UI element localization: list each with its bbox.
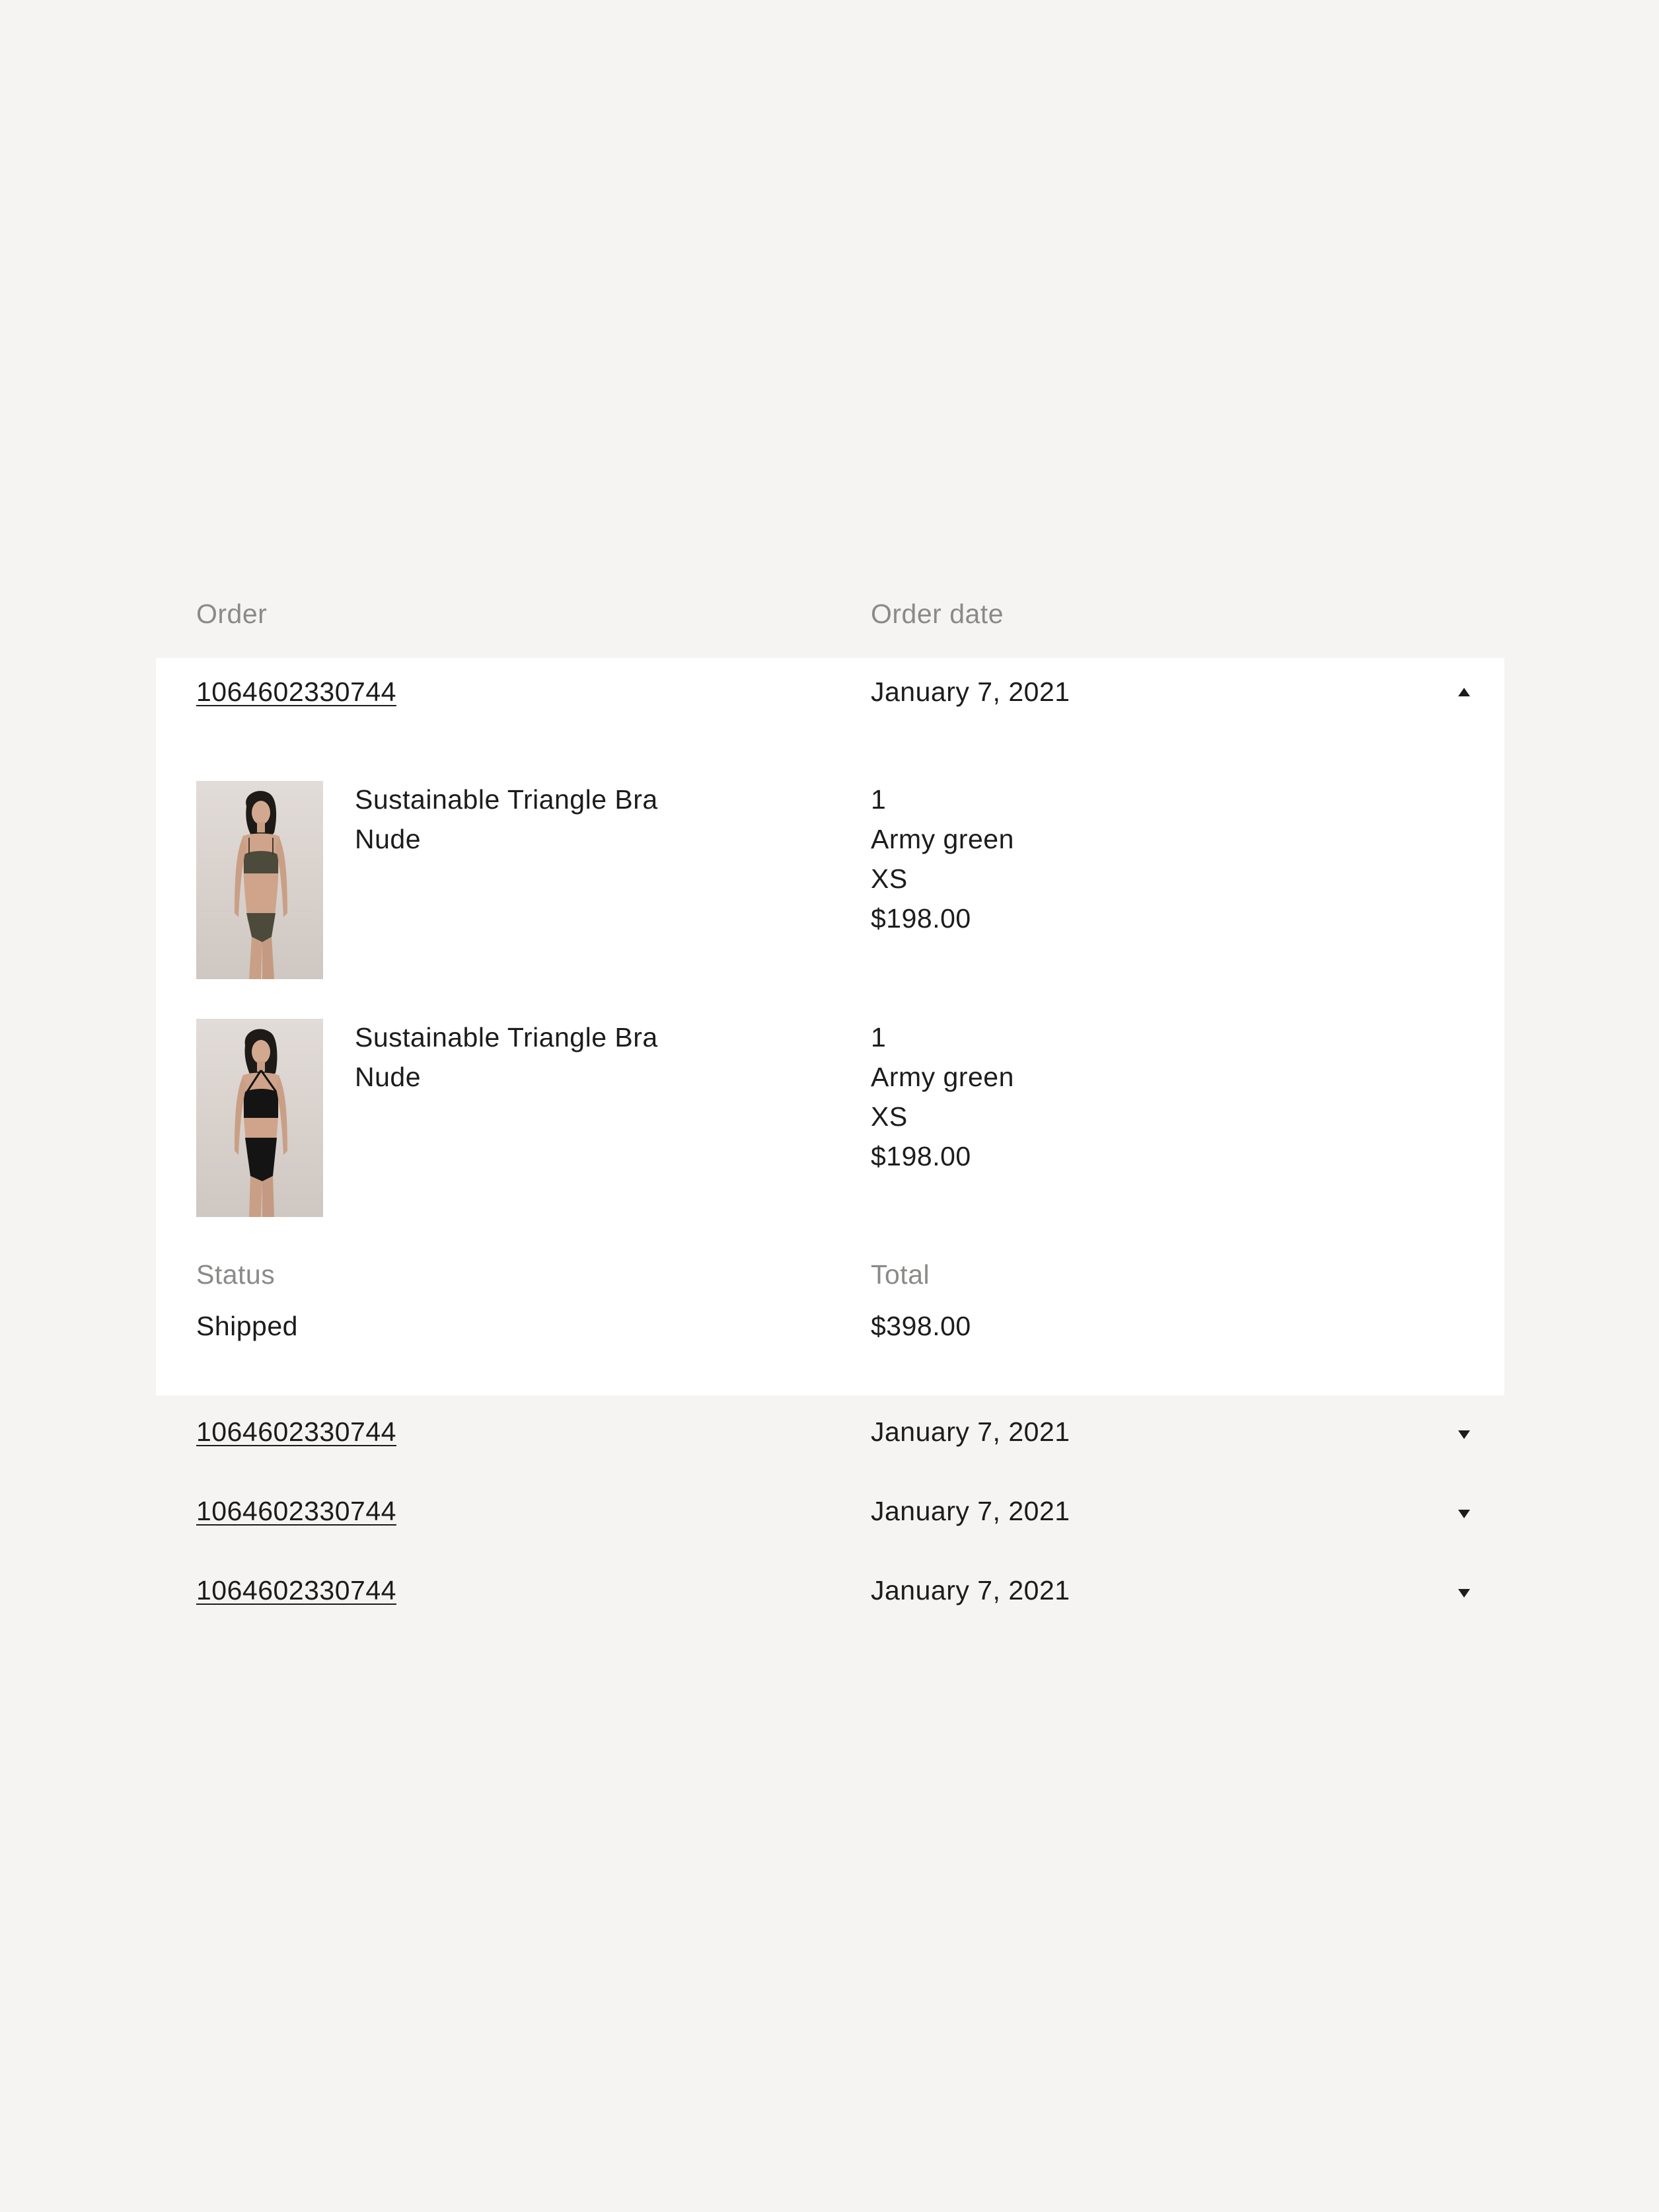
expand-toggle[interactable] [1451,1500,1477,1527]
order-number-link[interactable]: 1064602330744 [196,1498,396,1525]
status-label: Status [196,1259,276,1290]
model-army-green-set-image [196,781,323,979]
order-row-collapsed[interactable]: 1064602330744 January 7, 2021 [156,1419,1504,1458]
item-attributes: 1 Army green XS $198.00 [871,1024,1014,1183]
order-column-header: Order [196,599,268,629]
item-price: $198.00 [871,903,971,934]
total-value: $398.00 [871,1311,971,1341]
item-color-name: Nude [355,1062,422,1092]
item-color: Army green [871,1062,1014,1092]
status-value: Shipped [196,1311,298,1341]
order-item: Sustainable Triangle Bra Nude 1 Army gre… [156,1019,1504,1217]
item-details: Sustainable Triangle Bra Nude [355,786,658,866]
item-color: Army green [871,824,1014,854]
item-details: Sustainable Triangle Bra Nude [355,1024,658,1103]
chevron-down-icon [1458,1588,1470,1598]
item-name[interactable]: Sustainable Triangle Bra [355,1024,658,1051]
order-row-collapsed[interactable]: 1064602330744 January 7, 2021 [156,1498,1504,1537]
chevron-down-icon [1458,1509,1470,1518]
order-item: Sustainable Triangle Bra Nude 1 Army gre… [156,781,1504,979]
expanded-order-card: 1064602330744 January 7, 2021 Sustainabl… [156,658,1504,1395]
order-row-collapsed[interactable]: 1064602330744 January 7, 2021 [156,1577,1504,1617]
order-row-expanded[interactable]: 1064602330744 January 7, 2021 [156,679,1504,718]
total-label: Total [871,1259,930,1290]
collapse-toggle[interactable] [1451,679,1477,705]
item-quantity: 1 [871,784,887,815]
model-black-halter-set-image [196,1019,323,1217]
order-date-column-header: Order date [871,599,1004,629]
item-color-name: Nude [355,824,422,854]
order-date: January 7, 2021 [871,677,1070,707]
expand-toggle[interactable] [1451,1421,1477,1448]
item-quantity: 1 [871,1022,887,1052]
order-date: January 7, 2021 [871,1496,1070,1526]
order-number-link[interactable]: 1064602330744 [196,679,396,706]
expand-toggle[interactable] [1451,1580,1477,1606]
item-name[interactable]: Sustainable Triangle Bra [355,786,658,813]
product-image[interactable] [196,781,323,979]
item-size: XS [871,1101,908,1132]
product-image[interactable] [196,1019,323,1217]
chevron-up-icon [1458,687,1470,696]
item-price: $198.00 [871,1141,971,1171]
item-size: XS [871,864,908,894]
order-number-link[interactable]: 1064602330744 [196,1577,396,1604]
order-date: January 7, 2021 [871,1575,1070,1605]
item-attributes: 1 Army green XS $198.00 [871,786,1014,945]
order-table-header: Order Order date [156,0,1504,628]
order-date: January 7, 2021 [871,1417,1070,1447]
order-number-link[interactable]: 1064602330744 [196,1419,396,1446]
chevron-down-icon [1458,1430,1470,1439]
